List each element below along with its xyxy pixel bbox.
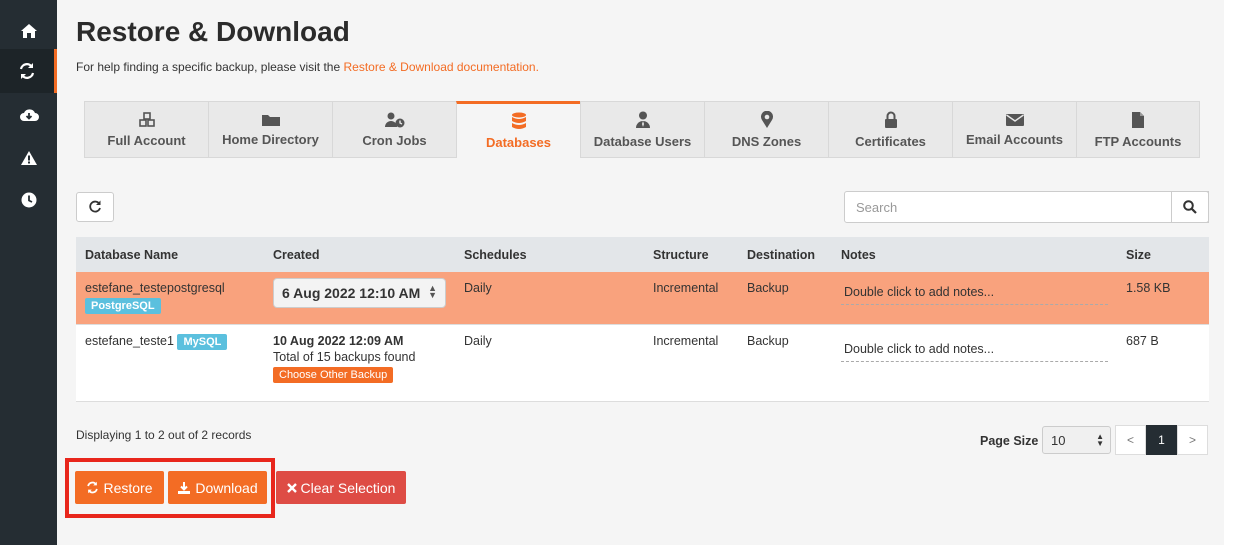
envelope-icon (1005, 113, 1024, 126)
backup-count: Total of 15 backups found (273, 349, 416, 364)
select-arrows-icon: ▲ ▼ (428, 283, 437, 300)
tab-label: Databases (485, 135, 552, 150)
tab-database-users[interactable]: Database Users (580, 101, 704, 158)
tab-label: Email Accounts (965, 131, 1064, 147)
refresh-icon (89, 200, 101, 213)
tab-home-directory[interactable]: Home Directory (208, 101, 332, 158)
column-header[interactable]: Database Name (76, 237, 264, 272)
tab-label: Cron Jobs (362, 132, 427, 148)
tab-label: Home Directory (222, 131, 319, 147)
tab-cron-jobs[interactable]: Cron Jobs (332, 101, 456, 158)
page-title: Restore & Download (76, 16, 350, 47)
database-name-cell: estefane_teste1 MySQL (76, 324, 264, 402)
size-cell: 687 B (1117, 324, 1209, 402)
table-row[interactable]: estefane_teste1 MySQL 10 Aug 2022 12:09 … (76, 324, 1209, 402)
prev-page-button[interactable]: < (1115, 425, 1146, 455)
user-tie-icon (635, 111, 650, 128)
choose-other-backup-button[interactable]: Choose Other Backup (273, 366, 394, 383)
tab-label: DNS Zones (731, 133, 802, 149)
search-icon (1183, 200, 1197, 214)
close-icon (286, 482, 297, 493)
column-header[interactable]: Structure (644, 237, 738, 272)
db-type-badge: PostgreSQL (85, 298, 161, 314)
help-text-label: For help finding a specific backup, plea… (76, 60, 344, 74)
size-cell: 1.58 KB (1117, 272, 1209, 325)
created-cell: 10 Aug 2022 12:09 AM Total of 15 backups… (264, 324, 455, 402)
records-summary: Displaying 1 to 2 out of 2 records (76, 428, 252, 442)
sidebar-item-alerts[interactable] (0, 136, 57, 180)
database-name-cell: estefane_testepostgresql PostgreSQL (76, 272, 264, 325)
clock-icon (21, 192, 36, 208)
column-header[interactable]: Size (1117, 237, 1209, 272)
backup-date-select[interactable]: 6 Aug 2022 12:10 AM ▲ ▼ (273, 278, 446, 308)
next-page-button[interactable]: > (1177, 425, 1208, 455)
tab-ftp-accounts[interactable]: FTP Accounts (1076, 101, 1200, 158)
lock-icon (884, 111, 897, 128)
structure-cell: Incremental (644, 272, 738, 325)
sidebar (0, 0, 57, 545)
sync-icon (19, 63, 35, 79)
clear-selection-button[interactable]: Clear Selection (276, 471, 406, 504)
clear-selection-label: Clear Selection (300, 479, 396, 496)
schedules-cell: Daily (455, 272, 644, 325)
column-header[interactable]: Notes (832, 237, 1117, 272)
destination-cell: Backup (738, 324, 832, 402)
tab-certificates[interactable]: Certificates (828, 101, 952, 158)
tab-databases[interactable]: Databases (456, 101, 580, 158)
column-header[interactable]: Created (264, 237, 455, 272)
database-name: estefane_teste1 (85, 333, 174, 348)
user-clock-icon (384, 112, 404, 127)
backup-date: 10 Aug 2022 12:09 AM (273, 333, 404, 348)
sidebar-item-schedule[interactable] (0, 178, 57, 222)
cubes-icon (138, 111, 155, 127)
cloud-download-icon (19, 109, 39, 121)
home-icon (20, 24, 37, 38)
database-icon (511, 112, 526, 129)
structure-cell: Incremental (644, 324, 738, 402)
file-icon (1132, 111, 1144, 128)
highlight-box (65, 458, 275, 518)
backups-table: Database Name Created Schedules Structur… (76, 237, 1209, 402)
tab-label: Certificates (855, 133, 926, 149)
notes-cell[interactable]: Double click to add notes... (832, 324, 1117, 402)
database-name: estefane_testepostgresql (85, 281, 225, 295)
sidebar-item-home[interactable] (0, 9, 57, 53)
pagination: < 1 > (1115, 425, 1208, 455)
notes-field[interactable]: Double click to add notes... (841, 285, 1108, 305)
current-page-button[interactable]: 1 (1146, 425, 1177, 455)
tab-email-accounts[interactable]: Email Accounts (952, 101, 1076, 158)
select-arrows-icon: ▲ ▼ (1096, 432, 1104, 448)
folder-icon (261, 114, 280, 126)
notes-cell[interactable]: Double click to add notes... (832, 272, 1117, 325)
search-input[interactable]: Search (844, 191, 1209, 223)
documentation-link[interactable]: Restore & Download documentation. (343, 60, 538, 74)
db-type-badge: MySQL (177, 333, 228, 350)
warning-icon (20, 151, 37, 165)
help-text: For help finding a specific backup, plea… (76, 60, 539, 74)
column-header[interactable]: Destination (738, 237, 832, 272)
tab-label: Database Users (593, 133, 692, 149)
table-header-row: Database Name Created Schedules Structur… (76, 237, 1209, 272)
tab-label: Full Account (107, 132, 186, 148)
search-button[interactable] (1171, 191, 1209, 223)
page-size-value: 10 (1051, 433, 1066, 448)
page-size-select[interactable]: 10 ▲ ▼ (1042, 426, 1111, 454)
backup-date-value: 6 Aug 2022 12:10 AM (282, 285, 421, 301)
notes-field[interactable]: Double click to add notes... (841, 342, 1108, 362)
tab-dns-zones[interactable]: DNS Zones (704, 101, 828, 158)
sidebar-item-backup[interactable] (0, 93, 57, 137)
destination-cell: Backup (738, 272, 832, 325)
sidebar-item-restore[interactable] (0, 49, 57, 93)
tab-full-account[interactable]: Full Account (84, 101, 208, 158)
column-header[interactable]: Schedules (455, 237, 644, 272)
created-cell: 6 Aug 2022 12:10 AM ▲ ▼ (264, 272, 455, 325)
map-marker-icon (760, 110, 773, 128)
tab-label: FTP Accounts (1094, 133, 1182, 149)
tab-bar: Full Account Home Directory Cron Jobs Da… (84, 101, 1200, 158)
page-size-label: Page Size (980, 434, 1039, 448)
table-row[interactable]: estefane_testepostgresql PostgreSQL 6 Au… (76, 272, 1209, 325)
refresh-button[interactable] (76, 192, 114, 222)
schedules-cell: Daily (455, 324, 644, 402)
